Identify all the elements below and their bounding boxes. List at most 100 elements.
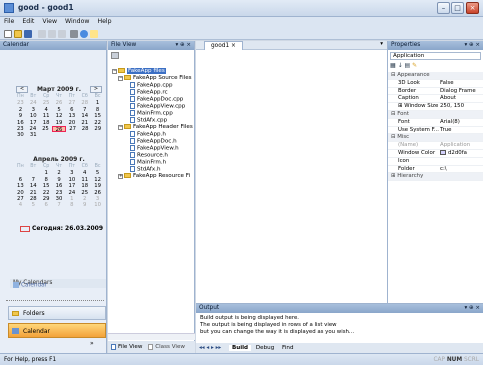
tree-file-item[interactable]: FakeAppView.h	[130, 145, 179, 152]
splitter[interactable]	[6, 300, 104, 302]
month-march: < Март 2009 г. > Пн Вт Ср Чт Пт Сб Вс 23 24 25 26…	[14, 85, 104, 145]
calendar-day[interactable]: 4	[14, 202, 27, 208]
property-value[interactable]: Arial(8)	[440, 119, 460, 127]
tree-folder-item[interactable]: − FakeApp Source Files	[118, 75, 192, 82]
calendar-day[interactable]: 31	[27, 132, 40, 138]
property-value[interactable]: About	[440, 95, 456, 103]
property-row[interactable]: 3D Look False	[388, 80, 483, 88]
tree-file-item[interactable]: FakeApp.rc	[130, 89, 168, 96]
calendar-day[interactable]: 7	[53, 202, 66, 208]
menu-view[interactable]: View	[38, 17, 61, 26]
tab-file-view[interactable]: File View	[108, 343, 142, 350]
open-icon[interactable]	[14, 30, 22, 38]
tree-file-item[interactable]: FakeAppView.cpp	[130, 103, 185, 110]
property-value[interactable]: Dialog Frame	[440, 88, 476, 96]
tab-good1[interactable]: good1 ×	[204, 41, 243, 50]
folder-icon	[124, 75, 131, 80]
horizontal-scrollbar[interactable]	[108, 333, 195, 340]
tree-file-item[interactable]: MainFrm.h	[130, 159, 166, 166]
print-icon[interactable]	[70, 30, 78, 38]
calendar-day[interactable]: 30	[14, 132, 27, 138]
expand-toggle-icon[interactable]: −	[112, 69, 117, 74]
property-row[interactable]: Folder c:\	[388, 166, 483, 174]
menu-help[interactable]: Help	[93, 17, 115, 26]
expand-toggle-icon[interactable]: −	[118, 76, 123, 81]
property-category[interactable]: ⊞ Hierarchy	[388, 173, 483, 182]
property-row[interactable]: Window Color d2d0fa	[388, 150, 483, 158]
tree-item-label: StdAfx.cpp	[137, 117, 168, 124]
tab-scroll-icons[interactable]: ◂◂ ◂ ▸ ▸▸	[199, 345, 221, 351]
property-value[interactable]: c:\	[440, 166, 447, 174]
nav-calendar-button[interactable]: Calendar	[8, 323, 106, 338]
about-icon[interactable]	[80, 30, 88, 38]
menu-window[interactable]: Window	[61, 17, 93, 26]
pencil-icon[interactable]: ✎	[412, 62, 417, 69]
calendar-day[interactable]: 10	[91, 202, 104, 208]
menu-edit[interactable]: Edit	[18, 17, 38, 26]
tree-file-item[interactable]: Resource.h	[130, 152, 168, 159]
sort-alpha-icon[interactable]: ↓	[398, 62, 403, 69]
tree-item-label: FakeApp Header Files	[133, 124, 193, 130]
calendar-list-item[interactable]: Calendar	[13, 282, 47, 289]
prev-month-button[interactable]: <	[16, 86, 28, 93]
menu-file[interactable]: File	[0, 17, 18, 26]
file-icon	[130, 89, 135, 95]
tree-folder-item[interactable]: − FakeApp Header Files	[118, 124, 193, 131]
property-row[interactable]: Use System F... True	[388, 127, 483, 135]
property-category[interactable]: ⊟ Font	[388, 111, 483, 119]
chevron-icon[interactable]: »	[90, 340, 94, 347]
nav-folders-button[interactable]: Folders	[8, 306, 106, 320]
categorized-icon[interactable]: ▦	[390, 62, 396, 69]
property-value[interactable]: 250, 150	[440, 103, 464, 111]
tree-folder-item[interactable]: + FakeApp Resource Fi	[118, 173, 190, 180]
status-bar: For Help, press F1 CAP NUM SCRL	[0, 353, 483, 365]
property-row[interactable]: (Name) Application	[388, 142, 483, 150]
calendar-day[interactable]: 5	[27, 202, 40, 208]
property-row[interactable]: Caption About	[388, 95, 483, 104]
close-button[interactable]: ×	[466, 2, 479, 14]
tree-file-item[interactable]: MainFrm.cpp	[130, 110, 173, 117]
tree-file-item[interactable]: FakeApp.cpp	[130, 82, 173, 89]
tree-file-item[interactable]: FakeAppDoc.h	[130, 138, 177, 145]
property-category[interactable]: ⊟ Appearance	[388, 72, 483, 80]
today-link[interactable]: Сегодня: 26.03.2009	[20, 225, 103, 232]
tree-file-item[interactable]: StdAfx.cpp	[130, 117, 167, 124]
copy-icon[interactable]	[48, 30, 56, 38]
tree-file-item[interactable]: FakeApp.h	[130, 131, 166, 138]
tab-build[interactable]: Build	[228, 345, 252, 351]
calendar-day[interactable]: 6	[40, 202, 53, 208]
paste-icon[interactable]	[58, 30, 66, 38]
file-icon	[130, 152, 135, 158]
property-value[interactable]: Application	[440, 142, 470, 150]
calendar-day[interactable]: 8	[65, 202, 78, 208]
tree-file-item[interactable]: FakeAppDoc.cpp	[130, 96, 183, 103]
next-month-button[interactable]: >	[90, 86, 102, 93]
help-icon[interactable]	[90, 30, 98, 38]
document-list-icon[interactable]: ▾	[380, 41, 383, 47]
property-row[interactable]: Font Arial(8)	[388, 119, 483, 127]
property-value[interactable]: d2d0fa	[440, 150, 467, 158]
tree-file-item[interactable]: StdAfx.h	[130, 166, 161, 173]
new-icon[interactable]	[4, 30, 12, 38]
save-icon[interactable]	[24, 30, 32, 38]
property-row[interactable]: Icon	[388, 158, 483, 166]
object-selector[interactable]: Application	[390, 52, 481, 60]
tree-folder-item[interactable]: − FakeApp files	[112, 68, 166, 75]
property-value[interactable]: False	[440, 80, 454, 88]
tab-debug[interactable]: Debug	[253, 345, 277, 351]
minimize-button[interactable]: –	[437, 2, 450, 14]
tab-find[interactable]: Find	[279, 345, 296, 351]
property-row[interactable]: ⊞ Window Size 250, 150	[388, 103, 483, 111]
cut-icon[interactable]	[38, 30, 46, 38]
expand-toggle-icon[interactable]: −	[118, 125, 123, 130]
property-category[interactable]: ⊟ Misc	[388, 134, 483, 143]
file-icon	[130, 82, 135, 88]
calendar-day[interactable]: 9	[78, 202, 91, 208]
file-icon	[130, 96, 135, 102]
maximize-button[interactable]: □	[451, 2, 464, 14]
property-value[interactable]: True	[440, 127, 451, 135]
expand-toggle-icon[interactable]: +	[118, 174, 123, 179]
property-pages-icon[interactable]: ▤	[405, 62, 411, 69]
tab-class-view[interactable]: Class View	[144, 343, 185, 350]
property-row[interactable]: Border Dialog Frame	[388, 88, 483, 96]
